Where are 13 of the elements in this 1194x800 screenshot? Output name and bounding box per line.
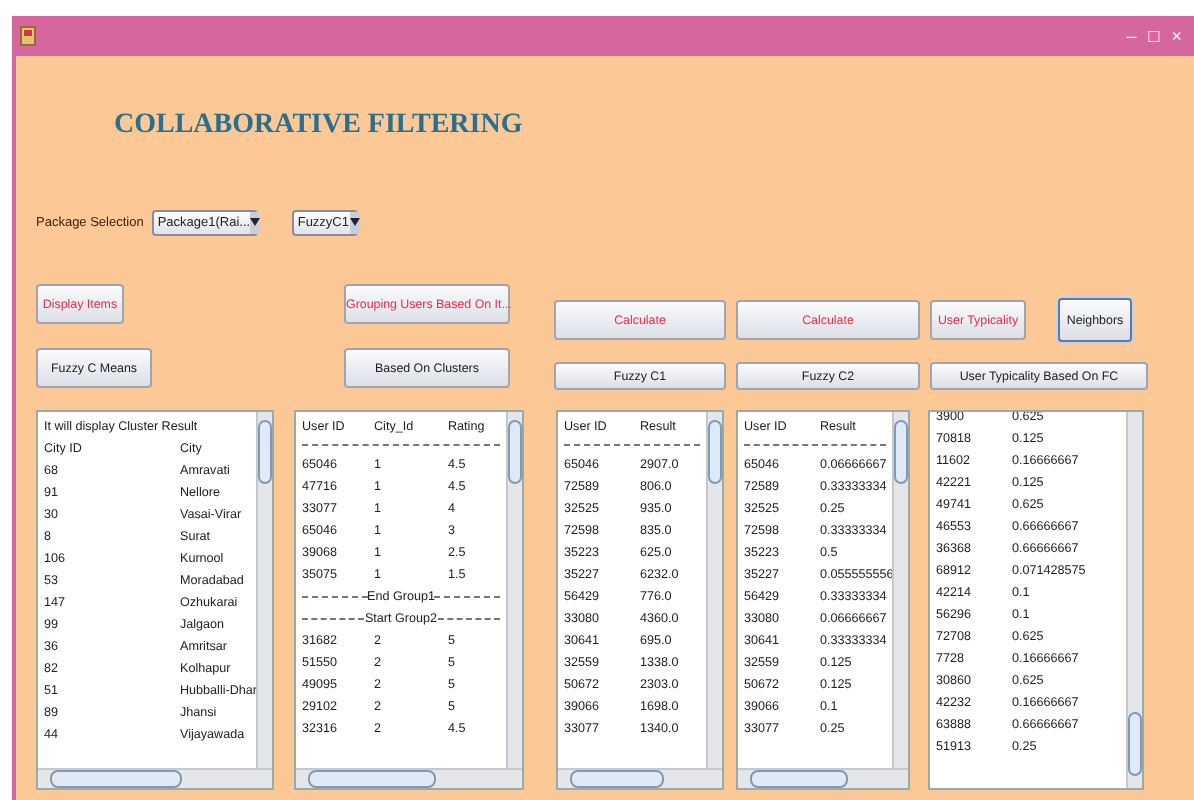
app-title: COLLABORATIVE FILTERING xyxy=(114,110,523,144)
horizontal-scrollbar[interactable] xyxy=(558,768,722,788)
app-icon xyxy=(20,26,36,46)
dropdown-arrow-icon xyxy=(349,218,359,226)
vertical-scrollbar[interactable] xyxy=(1126,412,1142,788)
horizontal-scrollbar[interactable] xyxy=(38,768,272,788)
vertical-scrollbar[interactable] xyxy=(256,412,272,768)
vertical-scrollbar[interactable] xyxy=(506,412,522,768)
horizontal-scrollbar[interactable] xyxy=(738,768,908,788)
horizontal-scrollbar[interactable] xyxy=(296,768,522,788)
vertical-scrollbar[interactable] xyxy=(706,412,722,768)
vertical-scrollbar[interactable] xyxy=(892,412,908,768)
dropdown-arrow-icon xyxy=(250,218,261,226)
